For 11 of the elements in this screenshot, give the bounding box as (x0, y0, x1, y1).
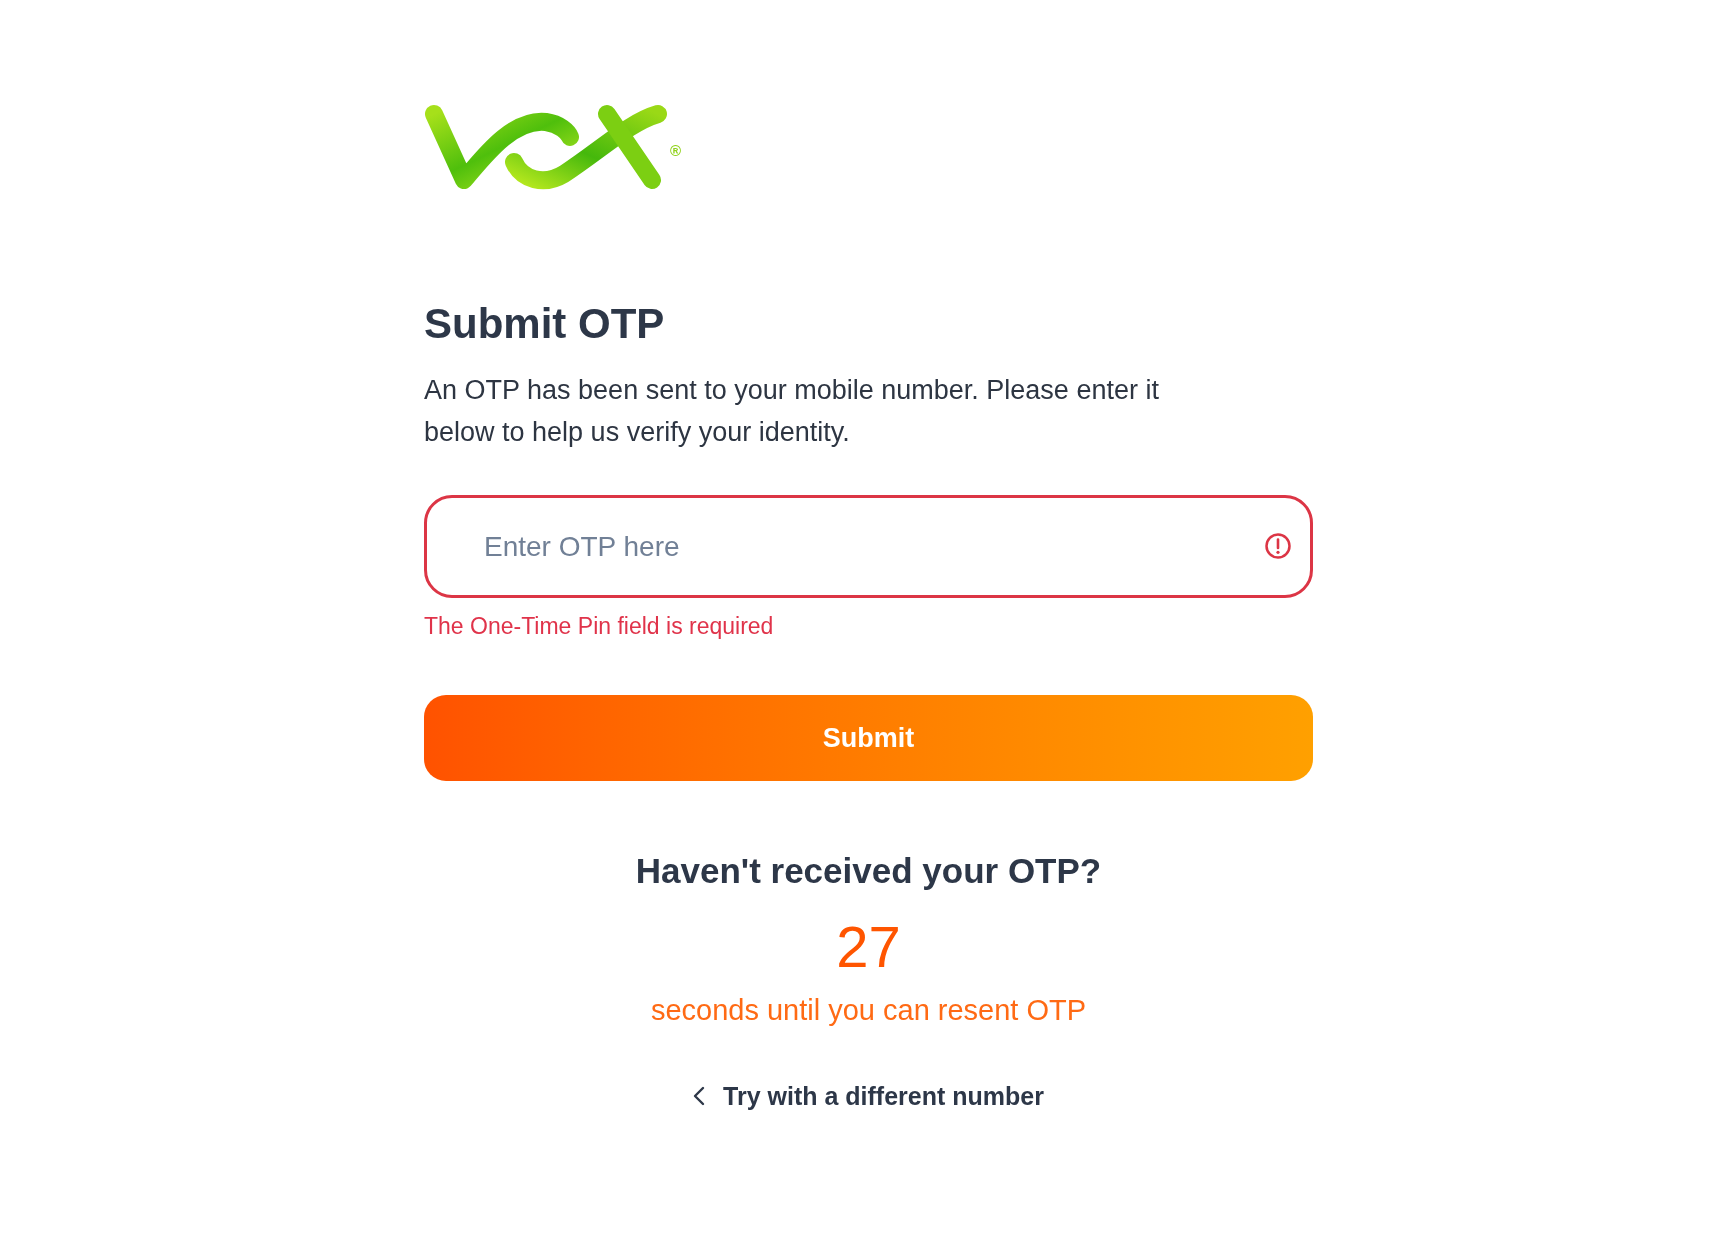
countdown-number: 27 (836, 917, 901, 977)
instructions-text: An OTP has been sent to your mobile number. Please enter it below to help us verify your identity. (424, 374, 1160, 449)
otp-input[interactable]: Enter OTP here (424, 495, 1313, 598)
resend-heading: Haven't received your OTP? (635, 850, 1102, 892)
page-title: Submit OTP (424, 300, 666, 348)
back-link[interactable]: Try with a different number (693, 1080, 1044, 1112)
chevron-left-icon (693, 1086, 706, 1106)
error-message: The One-Time Pin field is required (424, 612, 774, 641)
registered-mark: ® (670, 142, 682, 160)
alert-icon (1265, 533, 1291, 559)
countdown-caption: seconds until you can resent OTP (650, 993, 1087, 1028)
